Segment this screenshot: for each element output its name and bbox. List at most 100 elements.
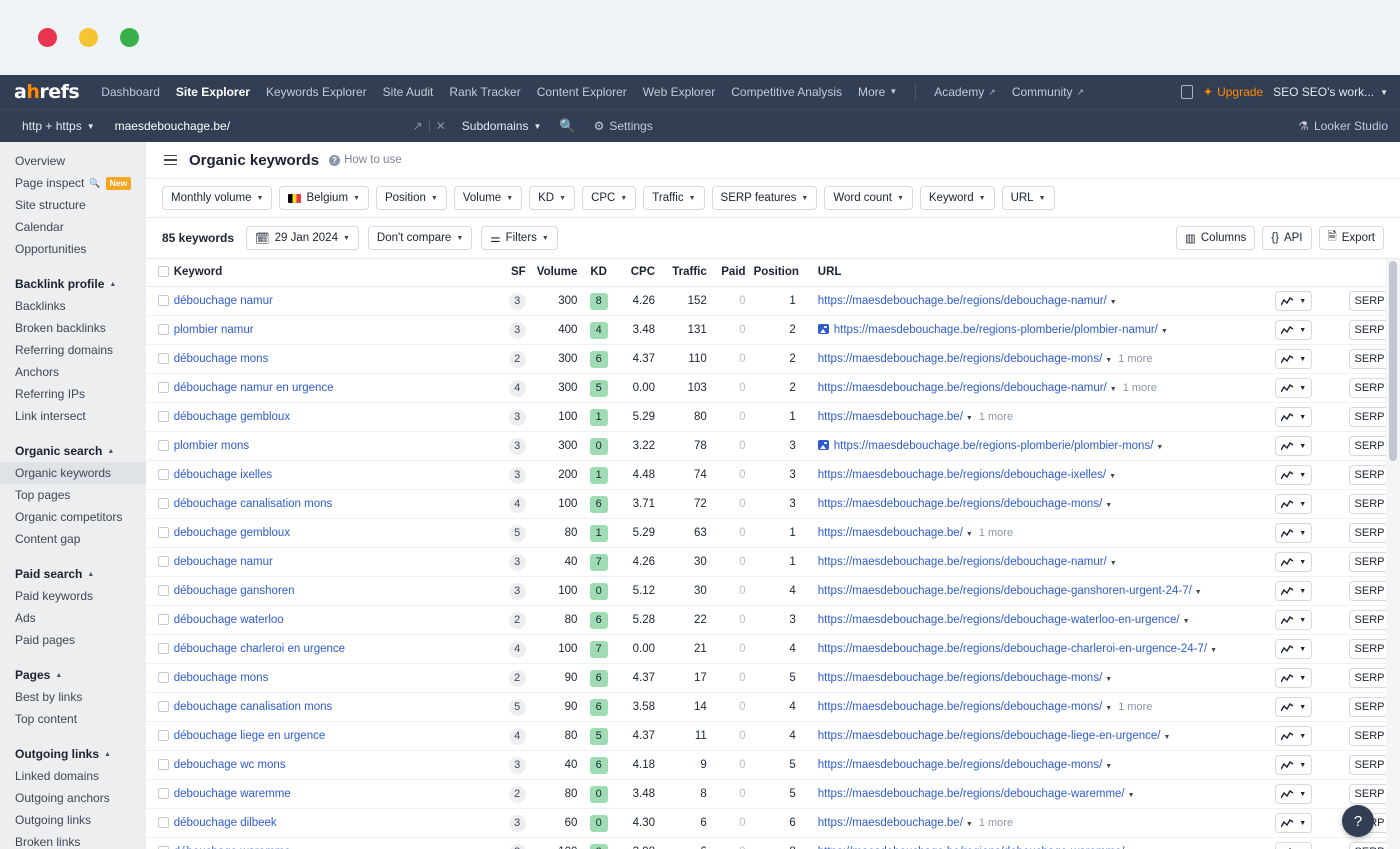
nav-rank-tracker[interactable]: Rank Tracker (441, 75, 528, 109)
url-link[interactable]: https://maesdebouchage.be/ (818, 817, 963, 829)
sidebar-toggle-icon[interactable] (162, 153, 179, 168)
header-keyword[interactable]: Keyword (170, 259, 493, 287)
trend-chart-button[interactable]: ▼ (1275, 436, 1312, 456)
upgrade-button[interactable]: ✦ Upgrade (1203, 85, 1263, 99)
keyword-link[interactable]: débouchage canalisation mons (174, 498, 333, 510)
url-link[interactable]: https://maesdebouchage.be/regions/debouc… (818, 759, 1103, 771)
keyword-link[interactable]: debouchage wc mons (174, 759, 286, 771)
api-button[interactable]: {} API (1262, 226, 1311, 250)
nav-more[interactable]: More▼ (850, 75, 905, 109)
more-urls-label[interactable]: 1 more (1118, 701, 1152, 713)
table-row[interactable]: débouchage charleroi en urgence410070.00… (146, 635, 1400, 664)
sidebar-item-referring-domains[interactable]: Referring domains (0, 339, 146, 361)
row-checkbox[interactable] (158, 498, 169, 509)
sidebar-item-organic-competitors[interactable]: Organic competitors (0, 506, 146, 528)
nav-academy[interactable]: Academy↗ (926, 75, 1004, 109)
chevron-down-icon[interactable]: ▼ (1163, 734, 1170, 741)
table-row[interactable]: débouchage waterloo28065.282203https://m… (146, 606, 1400, 635)
sidebar-item-broken-links[interactable]: Broken links (0, 831, 146, 849)
trend-chart-button[interactable]: ▼ (1275, 465, 1312, 485)
row-checkbox[interactable] (158, 324, 169, 335)
date-picker-button[interactable]: 🗓 29 Jan 2024 ▼ (246, 226, 359, 250)
chevron-down-icon[interactable]: ▼ (1156, 444, 1163, 451)
table-row[interactable]: débouchage ixelles320014.487403https://m… (146, 461, 1400, 490)
more-urls-label[interactable]: 1 more (1123, 382, 1157, 394)
table-row[interactable]: débouchage ganshoren310005.123004https:/… (146, 577, 1400, 606)
chevron-down-icon[interactable]: ▼ (1110, 560, 1117, 567)
url-link[interactable]: https://maesdebouchage.be/regions/debouc… (818, 295, 1107, 307)
trend-chart-button[interactable]: ▼ (1275, 784, 1312, 804)
filter-url[interactable]: URL▼ (1002, 186, 1055, 210)
row-checkbox[interactable] (158, 614, 169, 625)
protocol-selector[interactable]: http + https ▼ (14, 115, 103, 137)
trend-chart-button[interactable]: ▼ (1275, 378, 1312, 398)
url-link[interactable]: https://maesdebouchage.be/regions/debouc… (818, 614, 1180, 626)
columns-button[interactable]: ▥ Columns (1176, 226, 1255, 250)
header-traffic[interactable]: Traffic (659, 259, 711, 287)
chevron-down-icon[interactable]: ▼ (1105, 705, 1112, 712)
nav-site-explorer[interactable]: Site Explorer (168, 75, 258, 109)
keyword-link[interactable]: débouchage dilbeek (174, 817, 277, 829)
nav-keywords-explorer[interactable]: Keywords Explorer (258, 75, 375, 109)
table-row[interactable]: plombier mons330003.227803https://maesde… (146, 432, 1400, 461)
url-link[interactable]: https://maesdebouchage.be/regions/debouc… (818, 788, 1125, 800)
row-checkbox[interactable] (158, 643, 169, 654)
target-url-input[interactable]: maesdebouchage.be/ (107, 119, 407, 133)
sidebar-item-opportunities[interactable]: Opportunities (0, 238, 146, 260)
filter-monthly-volume[interactable]: Monthly volume▼ (162, 186, 272, 210)
tablet-view-icon[interactable] (1181, 85, 1193, 99)
url-link[interactable]: https://maesdebouchage.be/regions-plombe… (834, 324, 1158, 336)
row-checkbox[interactable] (158, 730, 169, 741)
keyword-link[interactable]: débouchage namur (174, 295, 273, 307)
table-row[interactable]: plombier namur340043.4813102https://maes… (146, 316, 1400, 345)
chevron-down-icon[interactable]: ▼ (1210, 647, 1217, 654)
header-position[interactable]: Position (750, 259, 808, 287)
header-url[interactable]: URL (808, 259, 1271, 287)
chevron-down-icon[interactable]: ▼ (1105, 763, 1112, 770)
row-checkbox[interactable] (158, 556, 169, 567)
keyword-link[interactable]: débouchage liege en urgence (174, 730, 326, 742)
header-sf[interactable]: SF (493, 259, 530, 287)
compare-selector[interactable]: Don't compare ▼ (368, 226, 472, 250)
sidebar-item-organic-keywords[interactable]: Organic keywords (0, 462, 146, 484)
table-row[interactable]: debouchage wc mons34064.18905https://mae… (146, 751, 1400, 780)
keyword-link[interactable]: debouchage namur (174, 556, 273, 568)
table-row[interactable]: debouchage mons29064.371705https://maesd… (146, 664, 1400, 693)
sidebar-item-best-by-links[interactable]: Best by links (0, 686, 146, 708)
row-checkbox[interactable] (158, 440, 169, 451)
table-row[interactable]: debouchage gembloux58015.296301https://m… (146, 519, 1400, 548)
minimize-window-button[interactable] (79, 28, 98, 47)
row-checkbox[interactable] (158, 353, 169, 364)
chevron-down-icon[interactable]: ▼ (1128, 792, 1135, 799)
filters-button[interactable]: ⚌ Filters ▼ (481, 226, 558, 250)
row-checkbox[interactable] (158, 295, 169, 306)
keyword-link[interactable]: débouchage gembloux (174, 411, 290, 423)
keywords-table-scroll[interactable]: Keyword SF Volume KD CPC Traffic Paid Po… (146, 259, 1400, 849)
trend-chart-button[interactable]: ▼ (1275, 639, 1312, 659)
trend-chart-button[interactable]: ▼ (1275, 291, 1312, 311)
url-link[interactable]: https://maesdebouchage.be/regions/debouc… (818, 556, 1107, 568)
chevron-down-icon[interactable]: ▼ (1195, 589, 1202, 596)
table-row[interactable]: debouchage namur34074.263001https://maes… (146, 548, 1400, 577)
trend-chart-button[interactable]: ▼ (1275, 842, 1312, 849)
nav-competitive-analysis[interactable]: Competitive Analysis (723, 75, 850, 109)
sidebar-item-outgoing-links[interactable]: Outgoing links (0, 809, 146, 831)
keyword-link[interactable]: débouchage namur en urgence (174, 382, 334, 394)
sidebar-item-site-structure[interactable]: Site structure (0, 194, 146, 216)
url-link[interactable]: https://maesdebouchage.be/regions/debouc… (818, 643, 1207, 655)
table-row[interactable]: débouchage liege en urgence48054.371104h… (146, 722, 1400, 751)
how-to-use-link[interactable]: ? How to use (329, 154, 402, 166)
export-button[interactable]: 🗎 Export (1319, 226, 1385, 250)
filter-serp-features[interactable]: SERP features▼ (712, 186, 818, 210)
sidebar-item-backlinks[interactable]: Backlinks (0, 295, 146, 317)
keyword-link[interactable]: débouchage waterloo (174, 614, 284, 626)
sidebar-item-top-content[interactable]: Top content (0, 708, 146, 730)
nav-dashboard[interactable]: Dashboard (93, 75, 168, 109)
header-volume[interactable]: Volume (530, 259, 582, 287)
sidebar-item-link-intersect[interactable]: Link intersect (0, 405, 146, 427)
filter-word-count[interactable]: Word count▼ (824, 186, 913, 210)
chevron-down-icon[interactable]: ▼ (1105, 357, 1112, 364)
chevron-down-icon[interactable]: ▼ (1110, 299, 1117, 306)
url-link[interactable]: https://maesdebouchage.be/regions/debouc… (818, 469, 1106, 481)
table-row[interactable]: débouchage mons230064.3711002https://mae… (146, 345, 1400, 374)
